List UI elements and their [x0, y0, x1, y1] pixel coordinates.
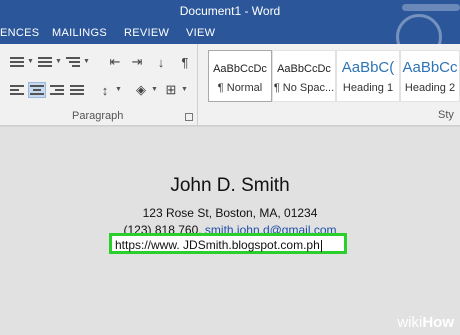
style-sample: AaBbCc: [402, 59, 458, 76]
ribbon-tab-bar: ENCES MAILINGS REVIEW VIEW: [0, 22, 460, 44]
resume-address[interactable]: 123 Rose St, Boston, MA, 01234: [0, 206, 460, 220]
sort-icon[interactable]: ↓: [152, 54, 170, 70]
tab-references[interactable]: ENCES: [0, 27, 39, 39]
styles-group-label: Sty: [438, 109, 454, 121]
document-page[interactable]: John D. Smith 123 Rose St, Boston, MA, 0…: [0, 127, 460, 335]
wikihow-how: How: [422, 314, 454, 331]
numbering-icon[interactable]: [36, 54, 54, 70]
wikihow-watermark: wikiHow: [397, 314, 454, 331]
style-no-spacing[interactable]: AaBbCcDc ¶ No Spac...: [272, 50, 336, 102]
url-text-highlight[interactable]: https://www. JDSmith.blogspot.com.ph: [109, 233, 347, 254]
increase-indent-icon[interactable]: ⇥: [128, 54, 146, 70]
borders-icon[interactable]: ⊞: [162, 82, 180, 98]
style-sample: AaBbCcDc: [277, 63, 331, 75]
show-formatting-icon[interactable]: ¶: [176, 54, 194, 70]
style-name: Heading 2: [404, 82, 456, 94]
style-name: ¶ Normal: [217, 82, 263, 94]
justify-icon[interactable]: [68, 82, 86, 98]
align-center-icon[interactable]: [28, 82, 46, 98]
line-spacing-icon[interactable]: ↕: [96, 82, 114, 98]
style-name: Heading 1: [342, 82, 394, 94]
paragraph-group-label: Paragraph: [72, 110, 124, 122]
paragraph-group: ▼ ▼ ▼ ⇤ ⇥ ↓ ¶ ↕ ▼ ◈ ▼ ⊞ ▼ Paragraph: [0, 44, 198, 126]
align-right-icon[interactable]: [48, 82, 66, 98]
watermark-bar-decoration: [402, 4, 460, 11]
resume-name[interactable]: John D. Smith: [0, 175, 460, 197]
style-sample: AaBbCcDc: [213, 63, 267, 75]
shading-dropdown-icon[interactable]: ▼: [151, 86, 158, 93]
window-title: Document1 - Word: [179, 4, 281, 18]
multilevel-list-icon[interactable]: [64, 54, 82, 70]
bullets-icon[interactable]: [8, 54, 26, 70]
align-left-icon[interactable]: [8, 82, 26, 98]
shading-icon[interactable]: ◈: [132, 82, 150, 98]
style-sample: AaBbC(: [341, 59, 395, 76]
style-heading-2[interactable]: AaBbCc Heading 2: [400, 50, 460, 102]
style-normal[interactable]: AaBbCcDc ¶ Normal: [208, 50, 272, 102]
style-heading-1[interactable]: AaBbC( Heading 1: [336, 50, 400, 102]
tab-review[interactable]: REVIEW: [124, 27, 169, 39]
title-bar: Document1 - Word: [0, 0, 460, 22]
text-cursor: [320, 239, 322, 252]
line-spacing-dropdown-icon[interactable]: ▼: [115, 86, 122, 93]
bullets-dropdown-icon[interactable]: ▼: [27, 58, 34, 65]
url-value: https://www. JDSmith.blogspot.com.ph: [115, 238, 320, 252]
url-text[interactable]: https://www. JDSmith.blogspot.com.ph: [115, 238, 322, 252]
tab-mailings[interactable]: MAILINGS: [52, 27, 107, 39]
paragraph-dialog-launcher-icon[interactable]: [185, 113, 193, 121]
tab-view[interactable]: VIEW: [186, 27, 215, 39]
style-name: ¶ No Spac...: [273, 82, 335, 94]
decrease-indent-icon[interactable]: ⇤: [106, 54, 124, 70]
multilevel-dropdown-icon[interactable]: ▼: [83, 58, 90, 65]
wikihow-wiki: wiki: [397, 314, 423, 331]
numbering-dropdown-icon[interactable]: ▼: [55, 58, 62, 65]
borders-dropdown-icon[interactable]: ▼: [181, 86, 188, 93]
ribbon: ▼ ▼ ▼ ⇤ ⇥ ↓ ¶ ↕ ▼ ◈ ▼ ⊞ ▼ Paragraph AaBb…: [0, 44, 460, 126]
